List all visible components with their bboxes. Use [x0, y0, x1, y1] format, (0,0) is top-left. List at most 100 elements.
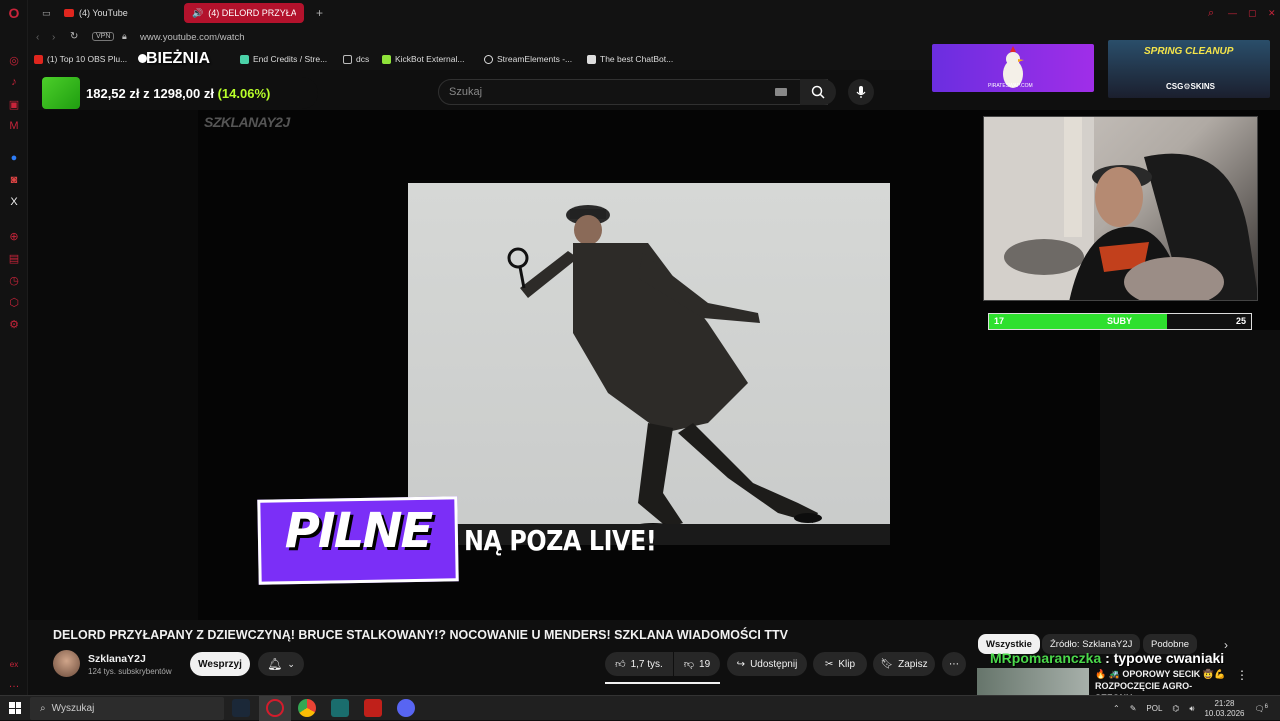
- channel-watermark: SZKLANAY2J: [204, 114, 290, 130]
- notifications-button[interactable]: 🔔︎ ⌄: [258, 652, 304, 676]
- back-icon[interactable]: ‹: [36, 32, 39, 43]
- x-icon[interactable]: X: [6, 194, 22, 210]
- network-icon[interactable]: ⌬: [1172, 704, 1179, 713]
- extensions-icon[interactable]: ⬡: [6, 294, 22, 310]
- channel-avatar[interactable]: [53, 650, 80, 677]
- player-right-margin: [1100, 330, 1280, 620]
- chat-overlay-message: MRpomaranczka : typowe cwaniaki: [990, 650, 1225, 666]
- voice-search-button[interactable]: [848, 79, 874, 105]
- app-icon[interactable]: [331, 699, 349, 717]
- chrome-icon[interactable]: [298, 699, 316, 717]
- browser-sidebar: O ◎ ♪ ▣ M ● ◙ X ⊕ ▤ ◷ ⬡ ⚙ ex …: [0, 0, 28, 695]
- wallet-icon[interactable]: ▤: [6, 250, 22, 266]
- opera-icon[interactable]: [266, 699, 284, 717]
- chevron-right-icon[interactable]: ›: [1224, 638, 1228, 652]
- bookmark-folder[interactable]: dcs: [343, 54, 369, 64]
- player-icon[interactable]: ♪: [6, 74, 22, 90]
- bell-icon: 🔔︎: [267, 657, 283, 671]
- youtube-icon: [34, 54, 43, 64]
- sub-goal-target: 25: [1235, 316, 1246, 326]
- settings-icon[interactable]: ⚙: [6, 316, 22, 332]
- forward-icon[interactable]: ›: [52, 32, 55, 43]
- voicemeeter-icon[interactable]: [364, 699, 382, 717]
- search-icon: ⌕: [40, 703, 46, 714]
- lock-icon: 🔒︎: [122, 31, 127, 41]
- video-title: DELORD PRZYŁAPANY Z DZIEWCZYNĄ! BRUCE ST…: [53, 628, 788, 642]
- chevron-up-icon[interactable]: ⌃: [1113, 704, 1120, 713]
- tab-bar: ▭ (4) YouTube 🔊 (4) DELORD PRZYŁAPA + ⌕ …: [28, 0, 1280, 26]
- player-left-margin: [28, 110, 198, 620]
- more-icon[interactable]: …: [6, 676, 22, 692]
- sub-goal-current: 17: [994, 316, 1005, 326]
- chatbot-icon: [587, 54, 596, 64]
- opera-logo-icon[interactable]: O: [6, 5, 22, 21]
- bookmark-item[interactable]: End Credits / Stre...: [240, 54, 327, 64]
- bookmark-item[interactable]: KickBot External...: [382, 54, 464, 64]
- reload-icon[interactable]: ↻: [70, 31, 78, 42]
- instagram-icon[interactable]: ◙: [6, 172, 22, 188]
- more-horizontal-icon: ⋯: [949, 658, 959, 670]
- tab-youtube[interactable]: (4) YouTube: [56, 3, 180, 23]
- detective-figure: [507, 205, 822, 533]
- bookmark-item[interactable]: StreamElements -...: [484, 54, 572, 64]
- tab-overview-icon[interactable]: ▭: [34, 3, 58, 23]
- new-tab-button[interactable]: +: [308, 3, 328, 23]
- more-vertical-icon[interactable]: ⋮: [1236, 668, 1248, 682]
- clip-button[interactable]: ✂ Klip: [813, 652, 867, 676]
- m-icon[interactable]: M: [6, 118, 22, 134]
- aria-icon[interactable]: ◎: [6, 52, 22, 68]
- tab-delord[interactable]: 🔊 (4) DELORD PRZYŁAPA: [184, 3, 304, 23]
- bookmark-icon: 🔖︎: [880, 658, 894, 670]
- recommendation-thumbnail[interactable]: [977, 668, 1089, 695]
- site-icon: [240, 54, 249, 64]
- more-actions-button[interactable]: ⋯: [942, 652, 966, 676]
- pilne-label: PILNE: [284, 503, 434, 559]
- windows-start-icon[interactable]: [9, 702, 21, 714]
- vpn-badge[interactable]: VPN: [92, 32, 115, 41]
- discord-icon[interactable]: [397, 699, 415, 717]
- streamer-figure: [984, 117, 1257, 300]
- sub-goal-label: SUBY: [1107, 316, 1133, 326]
- extension-ex-icon[interactable]: ex: [6, 656, 22, 672]
- dislike-button[interactable]: 👎︎ 19: [674, 652, 720, 676]
- ad-banner-pirateswap[interactable]: PIRATESWAP.COM: [932, 44, 1094, 92]
- tab-label: (4) YouTube: [79, 8, 128, 18]
- price-logo-icon: [42, 77, 80, 109]
- volume-icon[interactable]: 🔊︎: [1189, 704, 1194, 714]
- bookmark-item[interactable]: The best ChatBot...: [587, 54, 673, 64]
- pen-icon[interactable]: ✎: [1130, 704, 1137, 713]
- search-tabs-icon[interactable]: ⌕: [1200, 3, 1222, 23]
- search-input[interactable]: Szukaj: [438, 79, 828, 105]
- close-window-button[interactable]: ✕: [1260, 3, 1280, 23]
- language-indicator[interactable]: POL: [1146, 704, 1162, 713]
- keyboard-icon[interactable]: [775, 88, 787, 96]
- ad-banner-csgo[interactable]: SPRING CLEANUP CSG⚙SKINS: [1108, 40, 1270, 98]
- support-button[interactable]: Wesprzyj: [190, 652, 250, 676]
- price-goal-text: 182,52 zł z 1298,00 zł (14.06%): [86, 85, 271, 101]
- steam-icon[interactable]: [232, 699, 250, 717]
- bookmark-item[interactable]: (1) Top 10 OBS Plu...: [34, 54, 127, 64]
- subscriber-count: 124 tys. subskrybentów: [88, 667, 172, 676]
- streamelements-icon: [484, 54, 493, 64]
- detective-image: [408, 183, 890, 545]
- history-icon[interactable]: ◷: [6, 272, 22, 288]
- news-ticker: NĄ POZA LIVE!: [464, 524, 657, 557]
- url-field[interactable]: www.youtube.com/watch: [140, 32, 245, 43]
- chevron-down-icon: ⌄: [287, 658, 295, 669]
- add-icon[interactable]: ⊕: [6, 228, 22, 244]
- save-button[interactable]: 🔖︎ Zapisz: [873, 652, 935, 676]
- like-button[interactable]: 👍︎ 1,7 tys.: [605, 652, 673, 676]
- search-button[interactable]: [800, 79, 836, 105]
- search-icon: [811, 85, 825, 99]
- like-ratio-bar: [605, 682, 720, 684]
- clock[interactable]: 21:28 10.03.2026: [1204, 699, 1244, 719]
- share-button[interactable]: ↪ Udostępnij: [727, 652, 807, 676]
- taskbar-search[interactable]: ⌕ Wyszukaj: [30, 697, 224, 720]
- windows-taskbar: ⌕ Wyszukaj ⌃ ✎ POL ⌬ 🔊︎ 21:28 10.03.2026…: [0, 695, 1280, 721]
- webcam-overlay: [983, 116, 1258, 301]
- mail-icon[interactable]: ▣: [6, 96, 22, 112]
- messenger-icon[interactable]: ●: [6, 150, 22, 166]
- channel-name[interactable]: SzklanaY2J: [88, 653, 146, 665]
- notifications-icon[interactable]: 🗨︎6: [1255, 704, 1269, 714]
- kick-icon: [382, 54, 391, 64]
